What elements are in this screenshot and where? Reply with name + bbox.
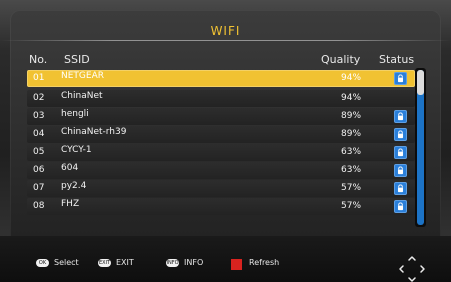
exit-key-icon: EXIT — [98, 259, 111, 267]
network-quality: 57% — [341, 183, 362, 193]
network-ssid: 604 — [61, 163, 79, 173]
network-number: 01 — [33, 73, 45, 83]
network-row-1[interactable]: 01 NETGEAR 94% — [27, 70, 415, 87]
lock-icon — [394, 200, 407, 213]
network-number: 06 — [33, 165, 45, 175]
network-number: 08 — [33, 201, 45, 211]
hint-refresh: Refresh — [231, 258, 321, 273]
column-header-ssid: SSID — [64, 53, 90, 66]
lock-icon — [394, 182, 407, 195]
ok-key-text: OK — [38, 260, 47, 266]
lock-icon — [394, 146, 407, 159]
lock-icon — [394, 72, 407, 85]
lock-icon — [394, 164, 407, 177]
page-title: WIFI — [210, 24, 241, 38]
dpad-icon — [395, 252, 429, 282]
network-row-7[interactable]: 07 py2.4 57% — [27, 180, 415, 197]
network-ssid: ChinaNet — [61, 91, 103, 101]
network-ssid: py2.4 — [61, 181, 87, 191]
lock-icon — [394, 110, 407, 123]
network-quality: 94% — [341, 73, 362, 83]
scrollbar[interactable] — [415, 68, 426, 227]
network-row-8[interactable]: 08 FHZ 57% — [27, 198, 415, 215]
network-quality: 63% — [341, 165, 362, 175]
column-header-quality: Quality — [321, 53, 361, 66]
network-list: 01 NETGEAR 94% 02 ChinaNet 94% 03 hengli… — [27, 70, 415, 224]
network-row-6[interactable]: 06 604 63% — [27, 162, 415, 179]
table-header: No. SSID Quality Status — [27, 53, 425, 69]
hint-ok-label: Select — [54, 258, 79, 267]
hint-info-label: INFO — [184, 258, 204, 267]
network-ssid: NETGEAR — [61, 71, 104, 81]
network-number: 04 — [33, 129, 45, 139]
lock-icon — [394, 128, 407, 141]
network-quality: 89% — [341, 111, 362, 121]
network-ssid: ChinaNet-rh39 — [61, 127, 127, 137]
network-number: 07 — [33, 183, 45, 193]
network-quality: 63% — [341, 147, 362, 157]
network-number: 05 — [33, 147, 45, 157]
info-key-icon: INFO — [166, 259, 179, 267]
network-ssid: CYCY-1 — [61, 145, 92, 155]
title-divider — [0, 40, 451, 41]
exit-key-text: EXIT — [98, 260, 111, 266]
network-row-5[interactable]: 05 CYCY-1 63% — [27, 144, 415, 161]
network-quality: 89% — [341, 129, 362, 139]
column-header-no: No. — [29, 53, 48, 66]
ok-key-icon: OK — [36, 259, 49, 267]
network-quality: 57% — [341, 201, 362, 211]
network-ssid: FHZ — [61, 199, 80, 209]
hint-ok: OK Select — [36, 258, 96, 273]
network-number: 03 — [33, 111, 45, 121]
hint-refresh-label: Refresh — [249, 258, 280, 267]
info-key-text: INFO — [166, 260, 179, 266]
network-row-4[interactable]: 04 ChinaNet-rh39 89% — [27, 126, 415, 143]
hint-info: INFO INFO — [166, 258, 236, 273]
wifi-screen: WIFI No. SSID Quality Status 01 NETGEAR … — [0, 0, 451, 282]
network-quality: 94% — [341, 93, 362, 103]
network-number: 02 — [33, 93, 45, 103]
scrollbar-thumb[interactable] — [417, 70, 424, 95]
column-header-status: Status — [379, 53, 415, 66]
network-row-3[interactable]: 03 hengli 89% — [27, 108, 415, 125]
network-ssid: hengli — [61, 109, 89, 119]
hint-exit: EXIT EXIT — [98, 258, 158, 273]
network-row-2[interactable]: 02 ChinaNet 94% — [27, 90, 415, 107]
hint-exit-label: EXIT — [116, 258, 134, 267]
red-key-icon — [231, 259, 242, 270]
